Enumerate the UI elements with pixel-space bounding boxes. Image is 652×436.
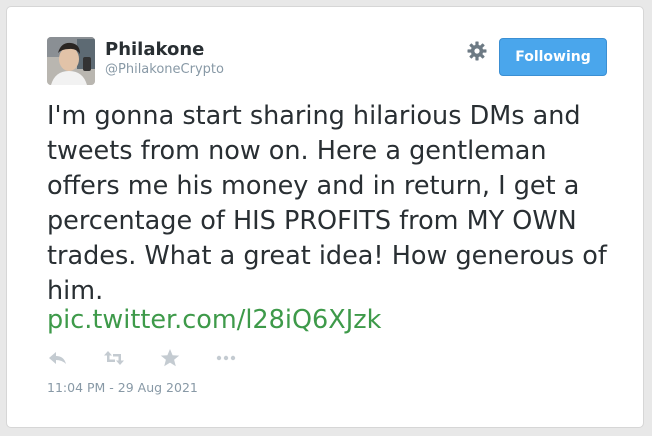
avatar[interactable] (47, 37, 95, 85)
avatar-photo-icon (47, 37, 95, 85)
favorite-icon[interactable] (159, 347, 181, 369)
username-handle[interactable]: @PhilakoneCrypto (105, 62, 224, 78)
gear-icon[interactable] (466, 40, 488, 62)
display-name[interactable]: Philakone (105, 39, 204, 61)
tweet-card: Philakone @PhilakoneCrypto Following I'm… (6, 6, 644, 428)
retweet-icon[interactable] (103, 347, 125, 369)
more-icon[interactable] (215, 347, 237, 369)
following-button[interactable]: Following (499, 38, 607, 76)
tweet-media-link[interactable]: pic.twitter.com/l28iQ6XJzk (47, 303, 381, 338)
reply-icon[interactable] (47, 347, 69, 369)
tweet-timestamp[interactable]: 11:04 PM - 29 Aug 2021 (47, 380, 198, 395)
tweet-text: I'm gonna start sharing hilarious DMs an… (47, 101, 607, 306)
